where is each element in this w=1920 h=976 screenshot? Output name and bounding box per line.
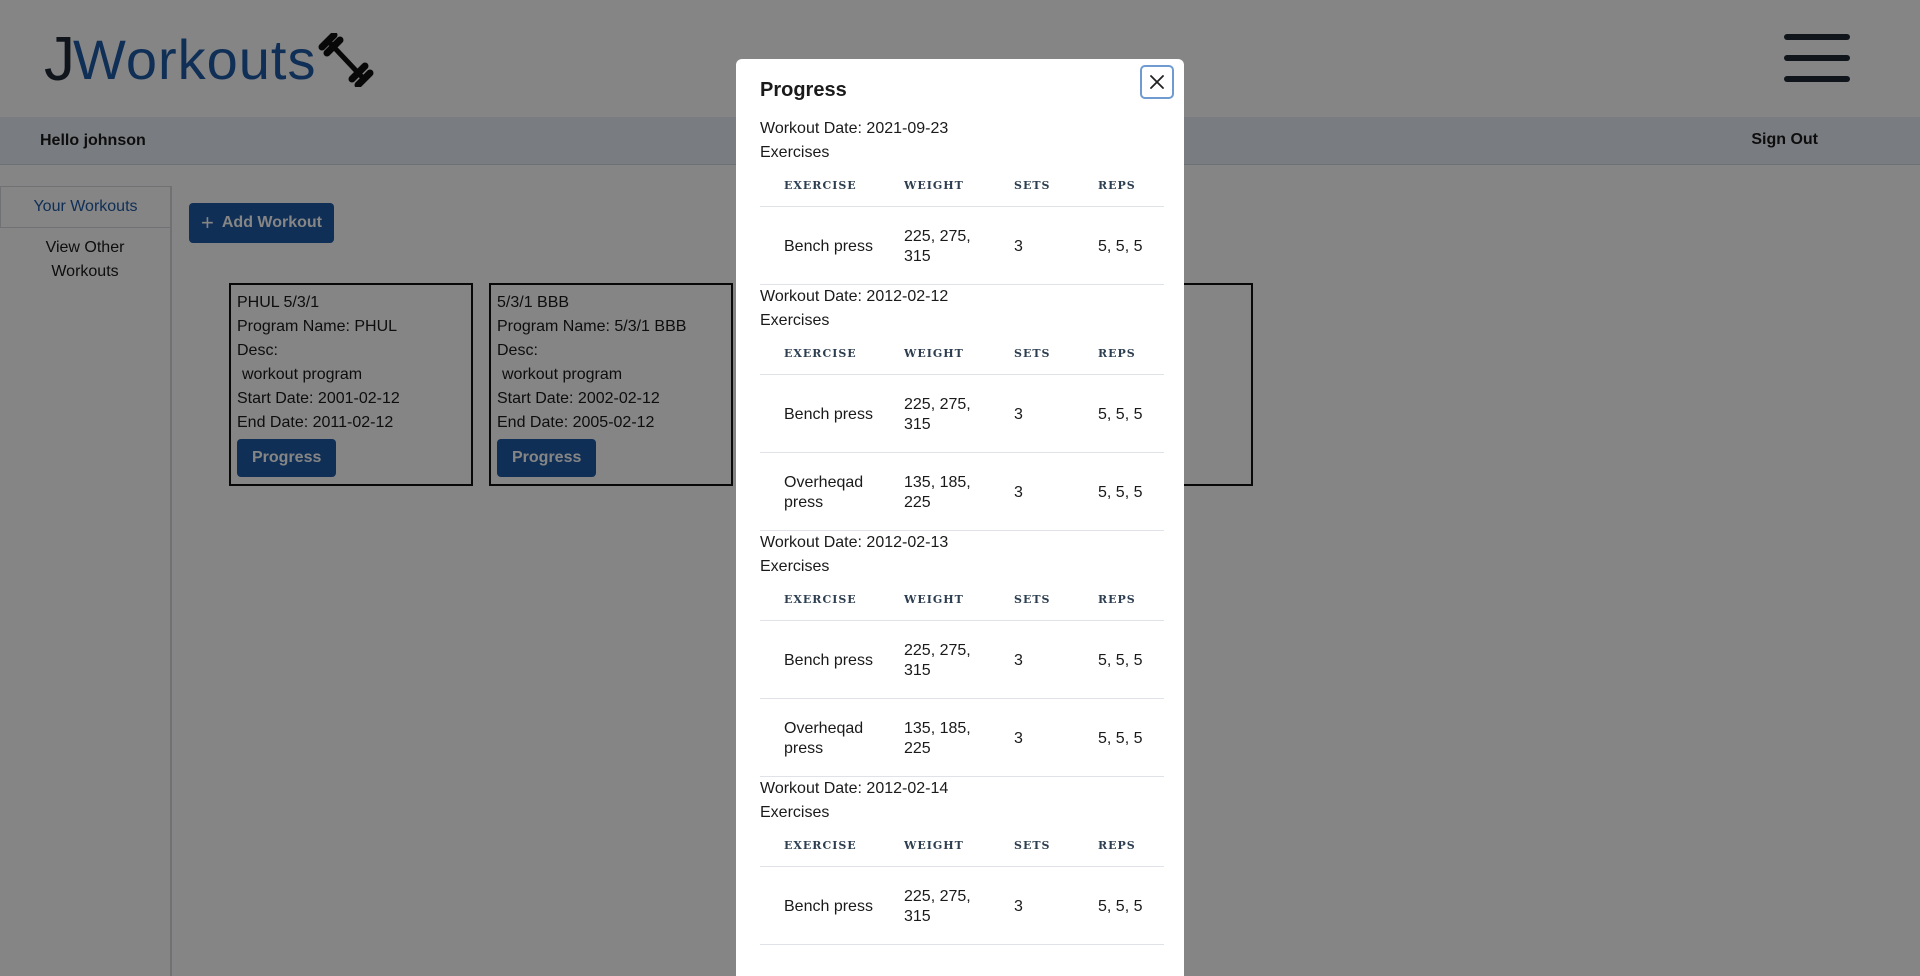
sets-cell: 3: [990, 620, 1074, 699]
reps-cell: 5, 5, 5: [1074, 698, 1164, 777]
exercise-cell: Bench press: [760, 374, 880, 453]
sets-cell: 3: [990, 452, 1074, 531]
table-row: Bench press 225, 275, 315 3 5, 5, 5: [760, 206, 1164, 285]
exercise-cell: Bench press: [760, 620, 880, 699]
column-header: EXERCISE: [760, 333, 880, 375]
table-row: Overheqad press 135, 185, 225 3 5, 5, 5: [760, 698, 1164, 777]
column-header: REPS: [1074, 579, 1164, 621]
sets-cell: 3: [990, 698, 1074, 777]
column-header: SETS: [990, 579, 1074, 621]
exercise-cell: Bench press: [760, 206, 880, 285]
column-header: SETS: [990, 333, 1074, 375]
table-header-row: EXERCISE WEIGHT SETS REPS: [760, 579, 1164, 621]
reps-cell: 5, 5, 5: [1074, 866, 1164, 945]
exercise-table: EXERCISE WEIGHT SETS REPS Bench press 225, 27…: [760, 825, 1164, 945]
table-header-row: EXERCISE WEIGHT SETS REPS: [760, 333, 1164, 375]
column-header: EXERCISE: [760, 579, 880, 621]
weight-cell: 225, 275, 315: [880, 206, 990, 285]
weight-cell: 225, 275, 315: [880, 620, 990, 699]
exercise-cell: Overheqad press: [760, 698, 880, 777]
workout-session: Workout Date: 2021-09-23 Exercises EXERCIS…: [760, 117, 1164, 285]
progress-list: Workout Date: 2021-09-23 Exercises EXERCIS…: [760, 117, 1164, 945]
column-header: WEIGHT: [880, 333, 990, 375]
reps-cell: 5, 5, 5: [1074, 452, 1164, 531]
column-header: EXERCISE: [760, 825, 880, 867]
table-header-row: EXERCISE WEIGHT SETS REPS: [760, 825, 1164, 867]
exercise-cell: Overheqad press: [760, 452, 880, 531]
workout-session: Workout Date: 2012-02-14 Exercises EXERCIS…: [760, 777, 1164, 945]
close-button[interactable]: [1140, 65, 1174, 99]
workout-date: Workout Date: 2012-02-14: [760, 780, 949, 797]
column-header: WEIGHT: [880, 165, 990, 207]
exercise-cell: Bench press: [760, 866, 880, 945]
exercises-label: Exercises: [760, 144, 830, 161]
workout-date: Workout Date: 2012-02-12: [760, 288, 949, 305]
exercise-table: EXERCISE WEIGHT SETS REPS Bench press 225, 27…: [760, 333, 1164, 531]
sets-cell: 3: [990, 866, 1074, 945]
workout-date: Workout Date: 2021-09-23: [760, 120, 949, 137]
table-header-row: EXERCISE WEIGHT SETS REPS: [760, 165, 1164, 207]
reps-cell: 5, 5, 5: [1074, 374, 1164, 453]
sets-cell: 3: [990, 374, 1074, 453]
sets-cell: 3: [990, 206, 1074, 285]
progress-modal: Progress Workout Date: 2021-09-23 Exercis…: [736, 59, 1184, 976]
weight-cell: 135, 185, 225: [880, 698, 990, 777]
column-header: SETS: [990, 825, 1074, 867]
close-icon: [1150, 75, 1164, 89]
column-header: EXERCISE: [760, 165, 880, 207]
workout-session: Workout Date: 2012-02-12 Exercises EXERCIS…: [760, 285, 1164, 531]
column-header: REPS: [1074, 825, 1164, 867]
column-header: WEIGHT: [880, 579, 990, 621]
column-header: SETS: [990, 165, 1074, 207]
weight-cell: 225, 275, 315: [880, 374, 990, 453]
exercises-label: Exercises: [760, 558, 830, 575]
weight-cell: 225, 275, 315: [880, 866, 990, 945]
table-row: Bench press 225, 275, 315 3 5, 5, 5: [760, 620, 1164, 699]
exercises-label: Exercises: [760, 804, 830, 821]
table-row: Bench press 225, 275, 315 3 5, 5, 5: [760, 866, 1164, 945]
column-header: REPS: [1074, 165, 1164, 207]
column-header: REPS: [1074, 333, 1164, 375]
column-header: WEIGHT: [880, 825, 990, 867]
reps-cell: 5, 5, 5: [1074, 206, 1164, 285]
modal-title: Progress: [760, 79, 847, 101]
table-row: Bench press 225, 275, 315 3 5, 5, 5: [760, 374, 1164, 453]
exercise-table: EXERCISE WEIGHT SETS REPS Bench press 225, 27…: [760, 165, 1164, 285]
exercises-label: Exercises: [760, 312, 830, 329]
workout-date: Workout Date: 2012-02-13: [760, 534, 949, 551]
workout-session: Workout Date: 2012-02-13 Exercises EXERCIS…: [760, 531, 1164, 777]
reps-cell: 5, 5, 5: [1074, 620, 1164, 699]
table-row: Overheqad press 135, 185, 225 3 5, 5, 5: [760, 452, 1164, 531]
weight-cell: 135, 185, 225: [880, 452, 990, 531]
exercise-table: EXERCISE WEIGHT SETS REPS Bench press 225, 27…: [760, 579, 1164, 777]
